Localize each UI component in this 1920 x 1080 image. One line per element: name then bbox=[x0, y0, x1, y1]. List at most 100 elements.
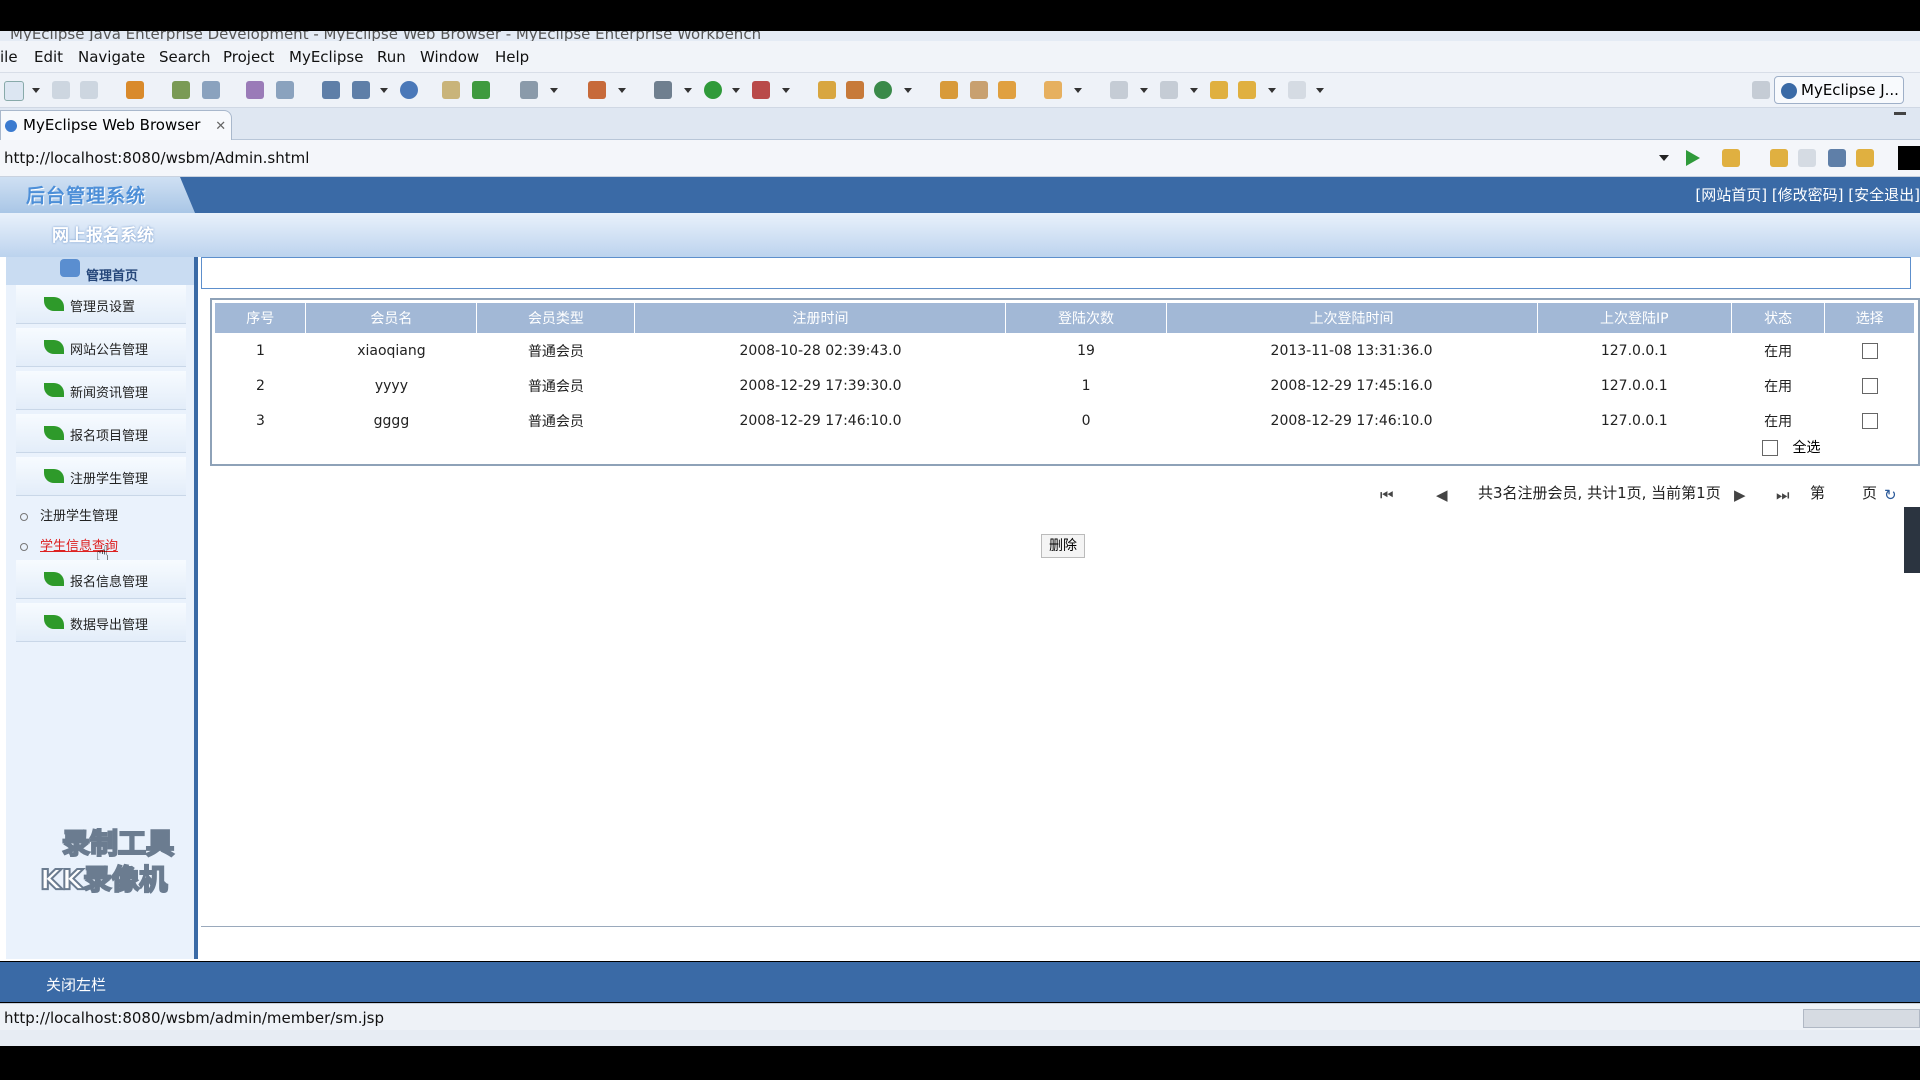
annotation-icon[interactable] bbox=[1044, 81, 1062, 99]
refresh-page-icon[interactable] bbox=[1856, 149, 1874, 167]
new-icon[interactable] bbox=[4, 81, 24, 101]
pen-icon[interactable] bbox=[970, 81, 988, 99]
chevron-down-icon[interactable] bbox=[1074, 88, 1082, 93]
back-nav-icon[interactable] bbox=[1770, 149, 1788, 167]
window-icon[interactable] bbox=[520, 81, 538, 99]
save-icon[interactable] bbox=[52, 81, 70, 99]
external-tools-icon[interactable] bbox=[752, 81, 770, 99]
delete-button[interactable]: 删除 bbox=[1041, 534, 1085, 558]
toolbar: MyEclipse J... bbox=[0, 73, 1920, 108]
status-link[interactable]: 在用 bbox=[1731, 403, 1824, 438]
open-icon[interactable] bbox=[442, 81, 460, 99]
sidebar-item-admin-settings[interactable]: 管理员设置 bbox=[16, 285, 186, 324]
chevron-down-icon[interactable] bbox=[550, 88, 558, 93]
chevron-down-icon[interactable] bbox=[618, 88, 626, 93]
chevron-down-icon[interactable] bbox=[1316, 88, 1324, 93]
debug-icon[interactable] bbox=[172, 81, 190, 99]
status-link[interactable]: 在用 bbox=[1731, 333, 1824, 368]
cell-select bbox=[1825, 368, 1915, 403]
select-all[interactable]: 全选 bbox=[1762, 437, 1820, 457]
forward-nav-icon[interactable] bbox=[1798, 149, 1816, 167]
row-checkbox[interactable] bbox=[1861, 342, 1878, 359]
chevron-down-icon[interactable] bbox=[1268, 88, 1276, 93]
minimize-icon[interactable] bbox=[1894, 112, 1906, 115]
menu-file[interactable]: ile bbox=[0, 48, 18, 66]
sidebar-item-news[interactable]: 新闻资讯管理 bbox=[16, 371, 186, 410]
chevron-down-icon[interactable] bbox=[380, 88, 388, 93]
project-icon[interactable] bbox=[322, 81, 340, 99]
export-icon[interactable] bbox=[352, 81, 370, 99]
go-page-icon[interactable]: ↻ bbox=[1884, 486, 1897, 504]
new-wizard-icon[interactable] bbox=[588, 81, 606, 99]
chevron-down-icon[interactable] bbox=[782, 88, 790, 93]
sidebar-item-registrations[interactable]: 报名信息管理 bbox=[16, 560, 186, 599]
tab-web-browser[interactable]: MyEclipse Web Browser ✕ bbox=[0, 110, 232, 140]
server-icon[interactable] bbox=[202, 81, 220, 99]
chevron-down-icon[interactable] bbox=[684, 88, 692, 93]
open-perspective-icon[interactable] bbox=[1752, 81, 1770, 99]
perspective-button[interactable]: MyEclipse J... bbox=[1774, 76, 1904, 104]
leaf-icon bbox=[44, 383, 64, 397]
prev-page-icon[interactable]: ◀ bbox=[1436, 486, 1448, 504]
refresh-icon[interactable] bbox=[472, 81, 490, 99]
menu-myeclipse[interactable]: MyEclipse bbox=[289, 48, 363, 66]
page-number-input[interactable] bbox=[1834, 480, 1860, 500]
menu-window[interactable]: Window bbox=[420, 48, 479, 66]
menu-navigate[interactable]: Navigate bbox=[78, 48, 145, 66]
chevron-down-icon[interactable] bbox=[904, 88, 912, 93]
sidebar-item-projects[interactable]: 报名项目管理 bbox=[16, 414, 186, 453]
menu-edit[interactable]: Edit bbox=[34, 48, 63, 66]
sidebar-home[interactable]: 管理首页 bbox=[6, 257, 194, 285]
subitem-student-management[interactable]: 注册学生管理 bbox=[20, 505, 118, 524]
deploy2-icon[interactable] bbox=[276, 81, 294, 99]
select-all-checkbox[interactable] bbox=[1762, 440, 1778, 456]
close-left-panel[interactable]: 关闭左栏 bbox=[46, 974, 106, 995]
run-icon[interactable] bbox=[704, 81, 722, 99]
cycle-icon[interactable] bbox=[874, 81, 892, 99]
row-checkbox[interactable] bbox=[1861, 377, 1878, 394]
globe-icon[interactable] bbox=[400, 81, 418, 99]
first-page-icon[interactable]: ⏮ bbox=[1380, 486, 1394, 504]
chevron-down-icon[interactable] bbox=[732, 88, 740, 93]
go-icon[interactable] bbox=[1686, 150, 1700, 166]
url-dropdown-icon[interactable] bbox=[1659, 155, 1669, 161]
chevron-down-icon[interactable] bbox=[1140, 88, 1148, 93]
leaf-icon bbox=[44, 572, 64, 586]
print-icon[interactable] bbox=[80, 81, 98, 99]
menu-project[interactable]: Project bbox=[223, 48, 274, 66]
sidebar-item-announcements[interactable]: 网站公告管理 bbox=[16, 328, 186, 367]
menu-run[interactable]: Run bbox=[377, 48, 406, 66]
next-page-icon[interactable]: ▶ bbox=[1734, 486, 1746, 504]
open-type-icon[interactable] bbox=[940, 81, 958, 99]
scroll-handle[interactable] bbox=[1904, 507, 1920, 573]
sidebar-item-export[interactable]: 数据导出管理 bbox=[16, 603, 186, 642]
menu-help[interactable]: Help bbox=[495, 48, 529, 66]
url-field[interactable]: http://localhost:8080/wsbm/Admin.shtml bbox=[4, 149, 309, 167]
cell-member-name: xiaoqiang bbox=[357, 342, 426, 359]
back-icon[interactable] bbox=[1238, 81, 1256, 99]
prev-annotation-icon[interactable] bbox=[1160, 81, 1178, 99]
stop-icon[interactable] bbox=[1828, 149, 1846, 167]
search-icon[interactable] bbox=[998, 81, 1016, 99]
sidebar-item-students[interactable]: 注册学生管理 bbox=[16, 457, 186, 496]
next-annotation-icon[interactable] bbox=[1110, 81, 1128, 99]
row-checkbox[interactable] bbox=[1861, 412, 1878, 429]
bug-icon[interactable] bbox=[654, 81, 672, 99]
chevron-down-icon[interactable] bbox=[1190, 88, 1198, 93]
last-page-icon[interactable]: ⏭ bbox=[1776, 486, 1790, 504]
status-link[interactable]: 在用 bbox=[1731, 368, 1824, 403]
browser-menu-icon[interactable] bbox=[1898, 146, 1920, 170]
last-edit-icon[interactable] bbox=[1210, 81, 1228, 99]
site-header bbox=[0, 177, 1920, 213]
col-register-time: 注册时间 bbox=[634, 303, 1007, 333]
forward-icon[interactable] bbox=[1288, 81, 1306, 99]
chevron-down-icon[interactable] bbox=[32, 88, 40, 93]
package-icon[interactable] bbox=[126, 81, 144, 99]
close-icon[interactable]: ✕ bbox=[215, 119, 226, 134]
deploy-icon[interactable] bbox=[246, 81, 264, 99]
top-links[interactable]: [网站首页] [修改密码] [安全退出] bbox=[1695, 184, 1920, 205]
menu-search[interactable]: Search bbox=[159, 48, 211, 66]
class-icon[interactable] bbox=[846, 81, 864, 99]
folder-icon[interactable] bbox=[818, 81, 836, 99]
favorites-icon[interactable] bbox=[1722, 149, 1740, 167]
